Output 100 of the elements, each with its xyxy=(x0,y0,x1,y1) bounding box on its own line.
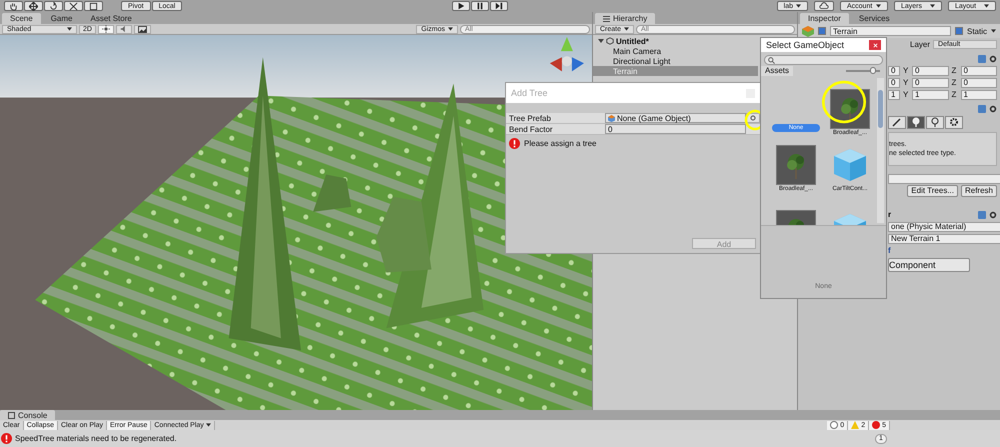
sun-icon xyxy=(102,25,110,33)
add-component-button[interactable]: Component xyxy=(888,258,970,272)
gameobject-icon xyxy=(608,114,615,122)
number-field[interactable]: 0 xyxy=(888,66,900,76)
slider-thumb[interactable] xyxy=(870,66,876,74)
move-tool-button[interactable] xyxy=(24,1,43,11)
field-label: f xyxy=(888,246,891,255)
window-title: Add Tree xyxy=(511,88,548,98)
hand-tool-button[interactable] xyxy=(4,1,23,11)
assets-tab[interactable]: Assets xyxy=(761,66,794,76)
flower-icon xyxy=(930,117,940,127)
settings-icon xyxy=(989,104,997,112)
play-button[interactable] xyxy=(452,1,470,11)
field-label: Bend Factor xyxy=(509,124,554,134)
target-icon xyxy=(750,115,756,121)
image-icon xyxy=(138,26,147,32)
step-icon xyxy=(495,2,504,10)
inspector-tab[interactable]: Services xyxy=(850,13,898,24)
gear-icon xyxy=(949,117,959,127)
object-field[interactable]: None (Game Object) xyxy=(605,113,746,123)
scrollbar[interactable] xyxy=(877,78,884,223)
active-checkbox[interactable] xyxy=(818,27,826,35)
caret-icon xyxy=(876,4,881,8)
terrain-tool-button[interactable] xyxy=(907,116,925,128)
rotate-tool-button[interactable] xyxy=(44,1,63,11)
pause-button[interactable] xyxy=(471,1,490,11)
scene-tab[interactable]: Game xyxy=(42,13,80,24)
close-button[interactable] xyxy=(869,40,881,50)
inspector-tab[interactable]: Inspector xyxy=(800,13,849,24)
error-icon xyxy=(872,421,880,429)
axis-label: Z xyxy=(952,90,958,99)
axis-label: Y xyxy=(903,90,909,99)
settings-icon xyxy=(989,54,997,62)
cloud-button[interactable] xyxy=(814,1,834,11)
audio-toggle[interactable] xyxy=(116,24,132,34)
asset-thumbnail[interactable] xyxy=(830,89,870,129)
scene-row[interactable]: Untitled* xyxy=(593,36,758,46)
cube-icon xyxy=(832,147,868,183)
terrain-tool-button[interactable] xyxy=(926,116,944,128)
error-icon xyxy=(1,433,12,444)
move-icon xyxy=(29,2,38,10)
number-field[interactable]: 0 xyxy=(960,78,997,88)
asset-thumbnail[interactable] xyxy=(776,145,816,185)
object-search-field[interactable] xyxy=(764,55,883,65)
number-field[interactable]: 0 xyxy=(605,124,746,134)
object-name-field[interactable]: Terrain xyxy=(830,26,951,36)
rect-tool-button[interactable] xyxy=(84,1,103,11)
step-button[interactable] xyxy=(490,1,508,11)
number-field[interactable]: 1 xyxy=(960,90,997,100)
error-message: Please assign a tree xyxy=(524,139,596,148)
hand-icon xyxy=(9,2,18,10)
pause-icon xyxy=(476,2,484,10)
cloud-icon xyxy=(819,2,829,10)
tree-icon xyxy=(839,96,861,124)
inspector-button[interactable]: Refresh xyxy=(960,184,997,196)
brush-icon xyxy=(892,117,902,127)
console-tab[interactable]: Console xyxy=(0,410,56,420)
scale-icon xyxy=(69,2,78,10)
terrain-tool-button[interactable] xyxy=(888,116,906,128)
hierarchy-item[interactable]: Directional Light xyxy=(593,56,758,66)
scene-tab[interactable]: Asset Store xyxy=(82,13,140,24)
search-icon xyxy=(768,56,775,64)
number-field[interactable]: 1 xyxy=(912,90,948,100)
inspector-button[interactable]: Edit Trees... xyxy=(907,184,958,196)
scene-tab[interactable]: Scene xyxy=(2,13,41,24)
text-field[interactable] xyxy=(888,174,1000,184)
object-field[interactable]: New Terrain 1 xyxy=(888,234,1000,244)
static-label: Static xyxy=(966,26,987,36)
error-icon xyxy=(509,138,520,149)
effects-dropdown[interactable] xyxy=(134,24,151,34)
axis-label: Y xyxy=(903,66,909,75)
axis-label: Z xyxy=(952,66,958,75)
close-icon xyxy=(872,42,878,48)
tree-icon xyxy=(785,152,807,180)
info-icon xyxy=(830,421,838,429)
component-title: r xyxy=(888,210,892,219)
number-field[interactable]: 0 xyxy=(912,66,948,76)
console-message: SpeedTree materials need to be regenerated. xyxy=(15,434,177,443)
hierarchy-tab[interactable]: Hierarchy xyxy=(595,13,656,24)
terrain-tool-button[interactable] xyxy=(945,116,963,128)
scale-tool-button[interactable] xyxy=(64,1,83,11)
terrain-object-icon xyxy=(802,26,814,36)
field-value: None (Game Object) xyxy=(617,114,691,122)
caret-icon xyxy=(984,4,989,8)
number-field[interactable]: 0 xyxy=(888,78,900,88)
hierarchy-item[interactable]: Main Camera xyxy=(593,46,758,56)
play-icon xyxy=(457,2,466,10)
caret-icon xyxy=(930,4,935,8)
number-field[interactable]: 0 xyxy=(912,78,948,88)
lighting-toggle[interactable] xyxy=(98,24,114,34)
object-field[interactable]: one (Physic Material) xyxy=(888,222,1000,232)
orientation-gizmo xyxy=(550,37,584,72)
static-checkbox[interactable] xyxy=(954,27,963,35)
number-field[interactable]: 0 xyxy=(960,66,997,76)
help-book-icon xyxy=(978,54,986,62)
caret-icon xyxy=(448,27,453,31)
axis-label: Z xyxy=(952,78,958,87)
caret-icon[interactable] xyxy=(991,29,996,33)
number-field[interactable]: 1 xyxy=(888,90,900,100)
highlight-ring xyxy=(820,79,868,125)
